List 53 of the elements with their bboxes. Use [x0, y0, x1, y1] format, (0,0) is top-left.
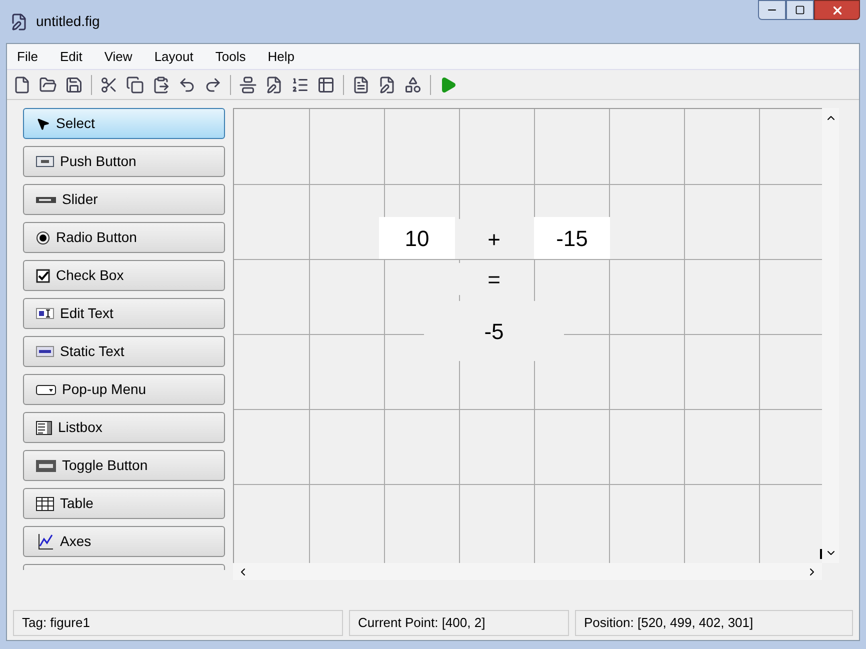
maximize-icon	[795, 5, 805, 15]
window-title: untitled.fig	[36, 12, 100, 31]
palette-button[interactable]: Table	[23, 488, 225, 519]
menu-item[interactable]: File	[17, 46, 38, 66]
paste-icon[interactable]	[152, 76, 170, 94]
palette-button[interactable]: Slider	[23, 184, 225, 215]
menu-item[interactable]: Help	[268, 46, 294, 66]
table-icon	[36, 496, 54, 510]
pointer-icon	[36, 116, 50, 130]
close-icon	[830, 4, 844, 16]
slider-icon	[36, 196, 56, 204]
push-button-icon	[36, 156, 54, 167]
save-icon[interactable]	[65, 76, 83, 94]
palette-button[interactable]: Radio Button	[23, 222, 225, 253]
status-field: Tag: figure1	[13, 610, 343, 636]
document-icon[interactable]	[352, 76, 370, 94]
menu-item[interactable]: View	[104, 46, 132, 66]
palette-button[interactable]: Listbox	[23, 412, 225, 443]
edit-text-field[interactable]: 10	[379, 217, 455, 259]
palette-button[interactable]: Pop-up Menu	[23, 374, 225, 405]
static-text: -5	[424, 301, 564, 361]
popup-menu-icon	[36, 384, 56, 394]
redo-icon[interactable]	[204, 76, 222, 94]
copy-icon[interactable]	[126, 76, 144, 94]
axes-icon	[36, 532, 54, 550]
new-file-icon[interactable]	[13, 76, 31, 94]
checkbox-icon	[36, 268, 50, 282]
maximize-button[interactable]	[786, 0, 814, 20]
static-text-icon	[36, 346, 54, 357]
palette-button[interactable]: Static Text	[23, 336, 225, 367]
open-folder-icon[interactable]	[39, 76, 57, 94]
close-button[interactable]	[814, 0, 860, 20]
status-field: Current Point: [400, 2]	[349, 610, 569, 636]
menu-item[interactable]: Layout	[154, 46, 194, 66]
palette-button[interactable]: Select	[23, 108, 225, 139]
palette-button[interactable]: Edit Text	[23, 298, 225, 329]
edit-text-field[interactable]: -15	[534, 217, 610, 259]
palette-button[interactable]: Check Box	[23, 260, 225, 291]
minimize-button[interactable]	[758, 0, 786, 20]
edit-text-icon	[36, 308, 54, 319]
run-icon[interactable]	[439, 76, 457, 94]
status-field: Position: [520, 499, 402, 301]	[575, 610, 853, 636]
palette-button[interactable]: Toggle Button	[23, 450, 225, 481]
undo-icon[interactable]	[178, 76, 196, 94]
align-icon[interactable]	[239, 76, 257, 94]
menu-item[interactable]: Tools	[215, 46, 246, 66]
toggle-button-icon	[36, 460, 56, 472]
radio-icon	[36, 230, 50, 244]
menu-item[interactable]: Edit	[60, 46, 82, 66]
listbox-icon	[36, 420, 52, 434]
cut-icon[interactable]	[100, 76, 118, 94]
palette-button[interactable]: Push Button	[23, 146, 225, 177]
palette-button[interactable]: Axes	[23, 526, 225, 557]
